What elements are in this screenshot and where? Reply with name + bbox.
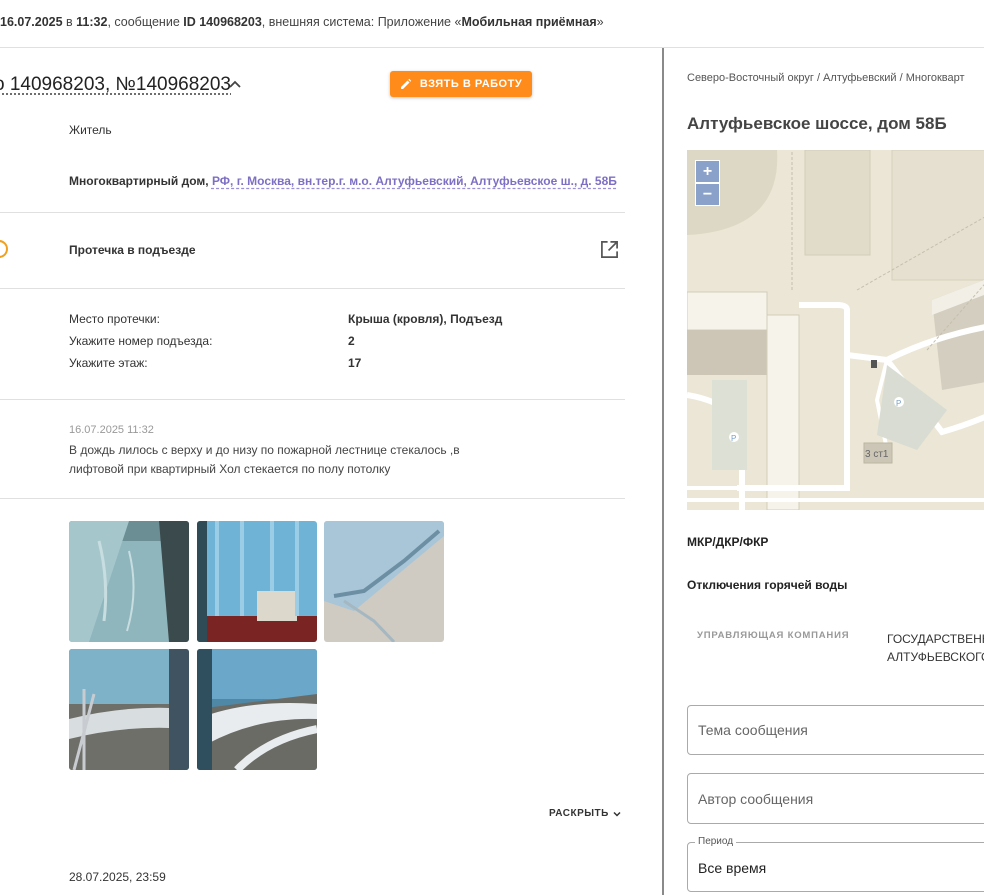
map-building-label: 3 ст1 (865, 449, 889, 460)
photo-thumbnail[interactable] (197, 649, 317, 770)
detail-label: Укажите этаж: (69, 356, 148, 370)
divider (0, 288, 625, 289)
photo-thumbnail[interactable] (324, 521, 444, 642)
pencil-icon (400, 78, 412, 89)
management-company-value: ГОСУДАРСТВЕНН АЛТУФЬЕВСКОГО (887, 632, 984, 664)
chevron-down-icon (613, 811, 621, 817)
object-line: Многоквартирный дом, РФ, г. Москва, вн.т… (69, 174, 617, 188)
photo-thumbnail[interactable] (69, 521, 189, 642)
detail-label: Место протечки: (69, 312, 160, 326)
author-type: Житель (69, 123, 112, 137)
map-zoom-controls: + − (695, 160, 720, 208)
map-canvas: 3 ст1 P P (687, 150, 984, 510)
period-value: Все время (698, 860, 767, 876)
repair-programs-label[interactable]: МКР/ДКР/ФКР (687, 535, 768, 549)
photo-thumbnail[interactable] (197, 521, 317, 642)
message-date: 16.07.2025 (0, 15, 63, 29)
message-title[interactable]: о 140968203, №140968203 (0, 74, 231, 96)
chevron-up-icon[interactable] (228, 78, 242, 92)
management-company-label: УПРАВЛЯЮЩАЯ КОМПАНИЯ (697, 630, 850, 641)
message-time: 11:32 (76, 15, 108, 29)
breadcrumb[interactable]: Северо-Восточный округ / Алтуфьевский / … (687, 72, 965, 84)
take-to-work-button[interactable]: ВЗЯТЬ В РАБОТУ (390, 71, 532, 97)
photo-thumbnail[interactable] (69, 649, 189, 770)
map-marker-icon (871, 360, 877, 368)
parking-icon: P (896, 399, 901, 408)
expand-button[interactable]: РАСКРЫТЬ (549, 808, 622, 819)
open-external-icon[interactable] (600, 240, 619, 259)
map[interactable]: 3 ст1 P P + − (687, 150, 984, 510)
divider (0, 399, 625, 400)
author-field[interactable] (687, 773, 984, 824)
object-info-panel: Северо-Восточный округ / Алтуфьевский / … (664, 48, 984, 895)
zoom-in-button[interactable]: + (695, 160, 720, 183)
detail-label: Укажите номер подъезда: (69, 334, 213, 348)
detail-value: Крыша (кровля), Подъезд (348, 312, 503, 326)
comment-text: В дождь лилось с верху и до низу по пожа… (69, 443, 460, 476)
topic-field[interactable] (687, 705, 984, 755)
parking-icon: P (731, 434, 736, 443)
deadline-date: 28.07.2025, 23:59 (69, 870, 166, 884)
divider (0, 498, 625, 499)
problem-title: Протечка в подъезде (69, 243, 196, 257)
message-id: ID 140968203 (183, 15, 262, 29)
message-header: 16.07.2025 в 11:32, сообщение ID 1409682… (0, 0, 984, 48)
object-address-title: Алтуфьевское шоссе, дом 58Б (687, 114, 947, 133)
comment-date: 16.07.2025 11:32 (69, 424, 154, 436)
topic-input[interactable] (688, 706, 984, 754)
zoom-out-button[interactable]: − (695, 183, 720, 206)
system-name: Мобильная приёмная (461, 15, 597, 29)
message-meta: 16.07.2025 в 11:32, сообщение ID 1409682… (0, 15, 604, 29)
period-select[interactable]: Период Все время (687, 836, 984, 892)
status-circle-icon (0, 240, 8, 258)
message-details-panel: о 140968203, №140968203 ВЗЯТЬ В РАБОТУ Ж… (0, 48, 662, 895)
author-input[interactable] (688, 774, 984, 823)
object-address-link[interactable]: РФ, г. Москва, вн.тер.г. м.о. Алтуфьевск… (212, 174, 617, 188)
divider (0, 212, 625, 213)
hot-water-outages-label[interactable]: Отключения горячей воды (687, 578, 847, 592)
period-legend: Период (695, 836, 737, 847)
detail-value: 2 (348, 334, 355, 348)
detail-value: 17 (348, 356, 362, 370)
